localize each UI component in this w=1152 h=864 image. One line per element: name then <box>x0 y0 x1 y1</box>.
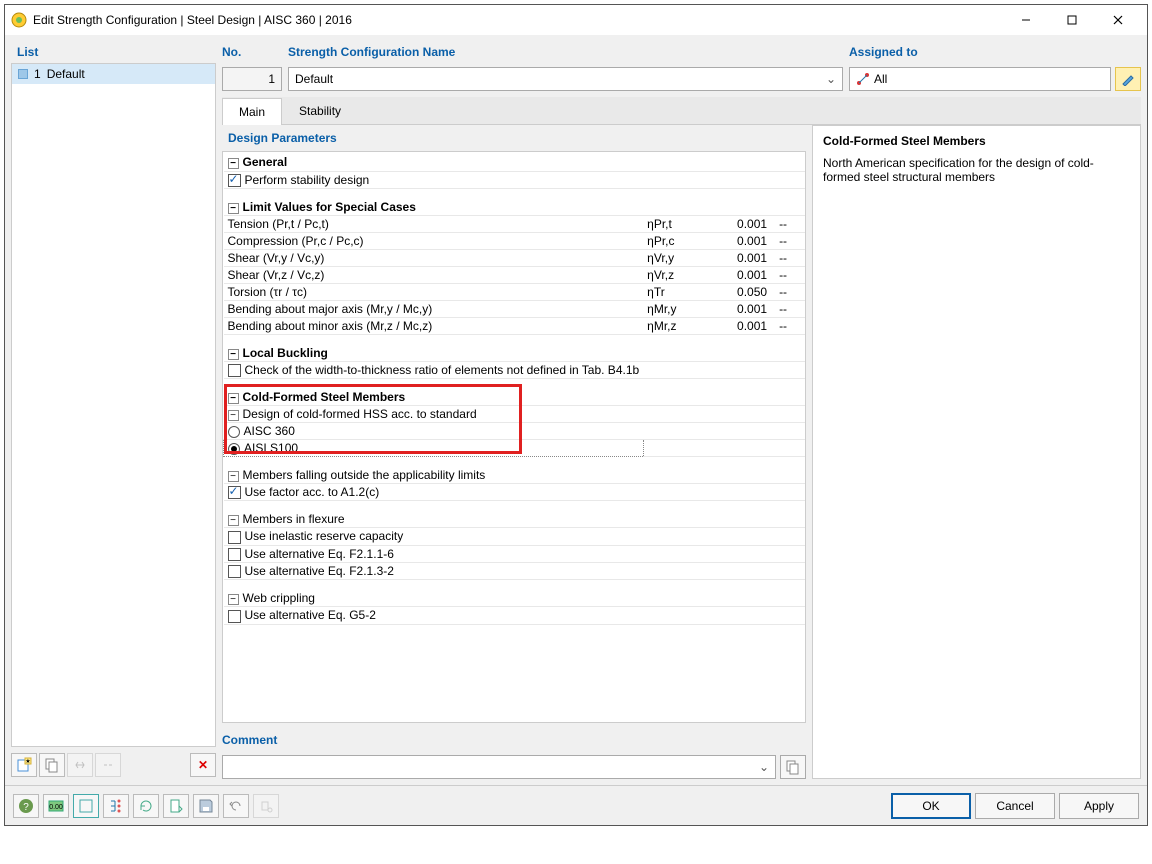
svg-text:?: ? <box>23 802 29 813</box>
list-box[interactable]: 1 Default <box>11 63 216 747</box>
mid-panel: No. 1 Strength Configuration Name Defaul… <box>222 41 1141 779</box>
svg-text:★: ★ <box>25 758 30 765</box>
list-item-no: 1 <box>34 67 41 81</box>
delete-button[interactable]: ✕ <box>190 753 216 777</box>
refresh-button[interactable] <box>133 794 159 818</box>
list-toolbar: ★ ✕ <box>11 751 216 779</box>
help-button[interactable]: ? <box>13 794 39 818</box>
params-tree: −General Perform stability design −Limit… <box>222 151 806 723</box>
radio-aisi-s100[interactable] <box>228 443 240 455</box>
bottom-bar: ? 0.00 OK Cancel Apply <box>5 785 1147 825</box>
name-label: Strength Configuration Name <box>288 41 843 63</box>
comment-area: Comment ⌄ <box>222 729 806 779</box>
unlink-button <box>95 753 121 777</box>
list-item[interactable]: 1 Default <box>12 64 215 84</box>
tab-main[interactable]: Main <box>222 98 282 125</box>
row-aisi-s100[interactable]: AISI S100 <box>224 440 806 457</box>
tree-button[interactable] <box>103 794 129 818</box>
row-shear-y[interactable]: Shear (Vr,y / Vc,y) ηVr,y 0.001 -- <box>224 249 806 266</box>
row-shear-z[interactable]: Shear (Vr,z / Vc,z) ηVr,z 0.001 -- <box>224 266 806 283</box>
comment-field[interactable]: ⌄ <box>222 755 776 779</box>
ok-button[interactable]: OK <box>891 793 971 819</box>
row-alt-f2132[interactable]: Use alternative Eq. F2.1.3-2 <box>224 563 806 580</box>
row-alt-g52[interactable]: Use alternative Eq. G5-2 <box>224 607 806 624</box>
bottom-icons: ? 0.00 <box>13 794 279 818</box>
row-alt-f2116[interactable]: Use alternative Eq. F2.1.1-6 <box>224 545 806 562</box>
checkbox-width-thickness[interactable] <box>228 364 241 377</box>
top-fields: No. 1 Strength Configuration Name Defaul… <box>222 41 1141 91</box>
no-field[interactable]: 1 <box>222 67 282 91</box>
no-label: No. <box>222 41 282 63</box>
tab-body: Design Parameters −General Perform stabi… <box>222 125 1141 779</box>
row-cfs-web[interactable]: −Web crippling <box>224 590 806 607</box>
row-perform-stability[interactable]: Perform stability design <box>224 171 806 188</box>
checkbox-perform-stability[interactable] <box>228 174 241 187</box>
checkbox-use-factor[interactable] <box>228 486 241 499</box>
cancel-button[interactable]: Cancel <box>975 793 1055 819</box>
group-general[interactable]: −General <box>224 154 806 171</box>
comment-label: Comment <box>222 729 806 751</box>
row-torsion[interactable]: Torsion (τr / τc) ηTr 0.050 -- <box>224 283 806 300</box>
row-cfs-design[interactable]: −Design of cold-formed HSS acc. to stand… <box>224 406 806 423</box>
chevron-down-icon: ⌄ <box>826 72 836 86</box>
checkbox-alt-g52[interactable] <box>228 610 241 623</box>
group-limit-values[interactable]: −Limit Values for Special Cases <box>224 198 806 215</box>
units-button[interactable]: 0.00 <box>43 794 69 818</box>
row-cfs-flexure[interactable]: −Members in flexure <box>224 511 806 528</box>
close-button[interactable] <box>1095 5 1141 35</box>
maximize-button[interactable] <box>1049 5 1095 35</box>
params-header: Design Parameters <box>222 125 806 151</box>
checkbox-alt-f2132[interactable] <box>228 565 241 578</box>
row-use-factor[interactable]: Use factor acc. to A1.2(c) <box>224 484 806 501</box>
chevron-down-icon: ⌄ <box>759 760 769 774</box>
tab-stability[interactable]: Stability <box>282 97 358 124</box>
new-button[interactable]: ★ <box>11 753 37 777</box>
row-aisc360[interactable]: AISC 360 <box>224 423 806 440</box>
row-tension[interactable]: Tension (Pr,t / Pc,t) ηPr,t 0.001 -- <box>224 215 806 232</box>
assigned-field[interactable]: All <box>849 67 1111 91</box>
undo-button[interactable] <box>223 794 249 818</box>
name-combo[interactable]: Default ⌄ <box>288 67 843 91</box>
assigned-label: Assigned to <box>849 41 1141 63</box>
row-compression[interactable]: Compression (Pr,c / Pc,c) ηPr,c 0.001 -- <box>224 232 806 249</box>
row-bending-z[interactable]: Bending about minor axis (Mr,z / Mc,z) η… <box>224 317 806 334</box>
link-button <box>67 753 93 777</box>
minimize-button[interactable] <box>1003 5 1049 35</box>
save-list-button[interactable] <box>193 794 219 818</box>
radio-aisc360[interactable] <box>228 426 240 438</box>
app-icon <box>11 12 27 28</box>
svg-text:0.00: 0.00 <box>49 804 63 811</box>
pick-button[interactable] <box>1115 67 1141 91</box>
group-cold-formed[interactable]: −Cold-Formed Steel Members <box>224 389 806 406</box>
apply-button[interactable]: Apply <box>1059 793 1139 819</box>
tabstrip: Main Stability <box>222 97 1141 125</box>
list-item-name: Default <box>47 67 85 81</box>
members-icon <box>856 72 870 86</box>
comment-copy-button[interactable] <box>780 755 806 779</box>
script-button <box>253 794 279 818</box>
copy-list-button[interactable] <box>39 753 65 777</box>
titlebar: Edit Strength Configuration | Steel Desi… <box>5 5 1147 35</box>
list-item-icon <box>18 69 28 79</box>
list-header: List <box>11 41 216 63</box>
filter-button[interactable] <box>73 794 99 818</box>
row-inelastic[interactable]: Use inelastic reserve capacity <box>224 528 806 545</box>
info-panel: Cold-Formed Steel Members North American… <box>812 125 1141 779</box>
checkbox-alt-f2116[interactable] <box>228 548 241 561</box>
row-bending-y[interactable]: Bending about major axis (Mr,y / Mc,y) η… <box>224 300 806 317</box>
window-title: Edit Strength Configuration | Steel Desi… <box>33 13 1003 27</box>
export-button[interactable] <box>163 794 189 818</box>
group-local-buckling[interactable]: −Local Buckling <box>224 344 806 361</box>
info-desc: North American specification for the des… <box>823 156 1130 184</box>
left-panel: List 1 Default ★ <box>11 41 216 779</box>
row-width-thickness[interactable]: Check of the width-to-thickness ratio of… <box>224 361 806 378</box>
content-area: List 1 Default ★ <box>5 35 1147 785</box>
info-title: Cold-Formed Steel Members <box>823 134 1130 148</box>
dialog-window: Edit Strength Configuration | Steel Desi… <box>4 4 1148 826</box>
checkbox-inelastic[interactable] <box>228 531 241 544</box>
row-cfs-outside[interactable]: −Members falling outside the applicabili… <box>224 467 806 484</box>
params-column: Design Parameters −General Perform stabi… <box>222 125 806 779</box>
